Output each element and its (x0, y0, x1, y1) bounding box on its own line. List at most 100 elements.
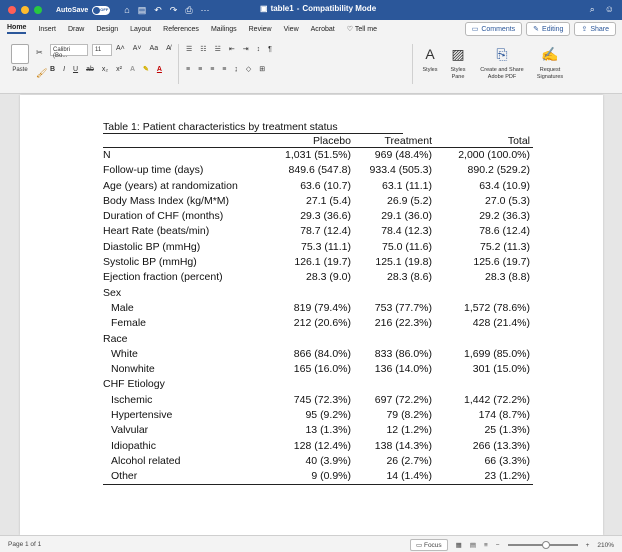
autosave-toggle[interactable]: OFF (92, 5, 111, 15)
treatment-cell: 26.9 (5.2) (387, 194, 432, 207)
treatment-cell: 12 (1.2%) (386, 424, 432, 437)
placebo-cell: 1,031 (51.5%) (285, 149, 351, 161)
table-row: Duration of CHF (months) 29.3 (36.6) 29.1 … (103, 209, 533, 224)
minimize-window-button[interactable] (21, 6, 29, 14)
zoom-slider[interactable] (507, 541, 578, 549)
placebo-cell: 745 (72.3%) (293, 393, 351, 406)
strikethrough-icon[interactable]: ab (86, 66, 94, 73)
editing-button[interactable]: ✎ Editing (526, 22, 571, 36)
placebo-cell: 28.3 (9.0) (306, 271, 351, 284)
clear-format-icon[interactable]: A̸ (166, 45, 171, 52)
status-right: ▭ Focus ▦ ▤ ≡ − + 210% (410, 539, 614, 551)
borders-icon[interactable]: ⊞ (259, 65, 265, 73)
undo-icon[interactable]: ↶ (154, 5, 162, 16)
more-icon[interactable]: ⋯ (201, 5, 210, 16)
font-size-select[interactable]: 11 (92, 44, 112, 56)
tab-design[interactable]: Design (96, 26, 118, 33)
title-bar: AutoSave OFF ⌂ ▤ ↶ ↷ ⎙ ⋯ ▣ table1 - Comp… (0, 0, 622, 20)
underline-icon[interactable]: U (73, 66, 78, 73)
row-label: Diastolic BP (mmHg) (103, 240, 201, 253)
table-header: Placebo Treatment Total (103, 134, 533, 148)
align-center-icon[interactable]: ≡ (198, 66, 202, 73)
quick-access-toolbar: ⌂ ▤ ↶ ↷ ⎙ ⋯ (124, 5, 209, 16)
alignment-controls: ≡ ≡ ≡ ≡ ↨ ◇ ⊞ (186, 65, 265, 74)
tab-insert[interactable]: Insert (38, 26, 56, 33)
ribbon-separator (178, 44, 179, 84)
tab-view[interactable]: View (284, 26, 299, 33)
redo-icon[interactable]: ↷ (170, 5, 178, 16)
zoom-window-button[interactable] (34, 6, 42, 14)
row-label: Female (111, 317, 147, 330)
row-label: Duration of CHF (months) (103, 210, 224, 223)
multilevel-list-icon[interactable]: ☱ (215, 45, 221, 53)
row-label: Idiopathic (111, 439, 156, 452)
tab-mailings[interactable]: Mailings (211, 26, 237, 33)
tab-acrobat[interactable]: Acrobat (311, 26, 335, 33)
shrink-font-icon[interactable]: A˅ (133, 45, 142, 52)
increase-indent-icon[interactable]: ⇥ (243, 45, 249, 53)
read-mode-icon[interactable]: ≡ (484, 542, 488, 549)
search-icon[interactable]: ⌕ (590, 4, 595, 15)
close-window-button[interactable] (8, 6, 16, 14)
zoom-slider-knob[interactable] (541, 541, 550, 549)
italic-icon[interactable]: I (63, 66, 65, 73)
table-row: Follow-up time (days) 849.6 (547.8) 933.4 … (103, 163, 533, 178)
create-pdf-button[interactable]: ⎘ Create and Share Adobe PDF (478, 44, 526, 81)
zoom-out-icon[interactable]: − (496, 542, 500, 549)
share-icon: ⇪ (581, 26, 588, 33)
document-name: table1 (270, 4, 294, 13)
account-icon[interactable]: ☺ (605, 4, 614, 15)
document-page[interactable]: Table 1: Patient characteristics by trea… (20, 95, 603, 535)
styles-pane-icon: ▨ (451, 46, 465, 62)
focus-button[interactable]: ▭ Focus (410, 539, 448, 551)
styles-icon: A (425, 46, 435, 62)
total-cell: 266 (13.3%) (472, 439, 530, 452)
placebo-cell: 866 (84.0%) (293, 347, 351, 360)
request-signatures-button[interactable]: ✍ Request Signatures (530, 44, 570, 81)
treatment-cell: 697 (72.2%) (374, 393, 432, 406)
tab-layout[interactable]: Layout (130, 26, 151, 33)
zoom-in-icon[interactable]: + (586, 542, 590, 549)
tab-home[interactable]: Home (7, 24, 27, 34)
font-name-select[interactable]: Calibri (Bo... (50, 44, 88, 59)
align-right-icon[interactable]: ≡ (210, 66, 214, 73)
superscript-icon[interactable]: x² (116, 66, 122, 73)
bold-icon[interactable]: B (50, 66, 55, 73)
format-painter-icon[interactable]: 🖌 (36, 68, 47, 79)
cut-icon[interactable]: ✂ (36, 48, 43, 57)
table-row: CHF Etiology (103, 377, 533, 392)
sort-icon[interactable]: ↕ (257, 46, 261, 53)
numbering-icon[interactable]: ☷ (200, 45, 206, 53)
share-button[interactable]: ⇪ Share (574, 22, 616, 36)
line-spacing-icon[interactable]: ↨ (234, 66, 238, 73)
save-icon[interactable]: ▤ (138, 5, 147, 16)
align-left-icon[interactable]: ≡ (186, 66, 190, 73)
tab-review[interactable]: Review (249, 26, 272, 33)
shading-icon[interactable]: ◇ (246, 65, 251, 73)
subscript-icon[interactable]: x₂ (102, 66, 108, 73)
decrease-indent-icon[interactable]: ⇤ (229, 45, 235, 53)
text-effects-icon[interactable]: A (130, 66, 135, 73)
web-layout-icon[interactable]: ▤ (470, 541, 476, 549)
font-color-icon[interactable]: A (157, 66, 162, 73)
justify-icon[interactable]: ≡ (222, 66, 226, 73)
placebo-cell: 27.1 (5.4) (306, 194, 351, 207)
treatment-cell (351, 377, 432, 392)
styles-button[interactable]: A Styles (420, 44, 440, 74)
paste-button[interactable]: Paste (8, 44, 32, 73)
home-icon[interactable]: ⌂ (124, 5, 129, 16)
bullets-icon[interactable]: ☰ (186, 45, 192, 53)
change-case-icon[interactable]: Aa (150, 45, 159, 52)
print-icon[interactable]: ⎙ (185, 5, 192, 16)
grow-font-icon[interactable]: A˄ (116, 45, 125, 52)
paragraph-marks-icon[interactable]: ¶ (268, 46, 272, 53)
tab-references[interactable]: References (163, 26, 199, 33)
placebo-cell: 13 (1.3%) (305, 424, 351, 437)
tab-draw[interactable]: Draw (68, 26, 84, 33)
placebo-cell: 212 (20.6%) (293, 317, 351, 330)
tell-me-search[interactable]: ♡ Tell me (347, 25, 377, 33)
comments-button[interactable]: ▭ Comments (464, 22, 523, 36)
print-layout-icon[interactable]: ▦ (456, 541, 462, 549)
styles-pane-button[interactable]: ▨ Styles Pane (446, 44, 470, 81)
highlight-icon[interactable]: ✎ (143, 65, 149, 73)
